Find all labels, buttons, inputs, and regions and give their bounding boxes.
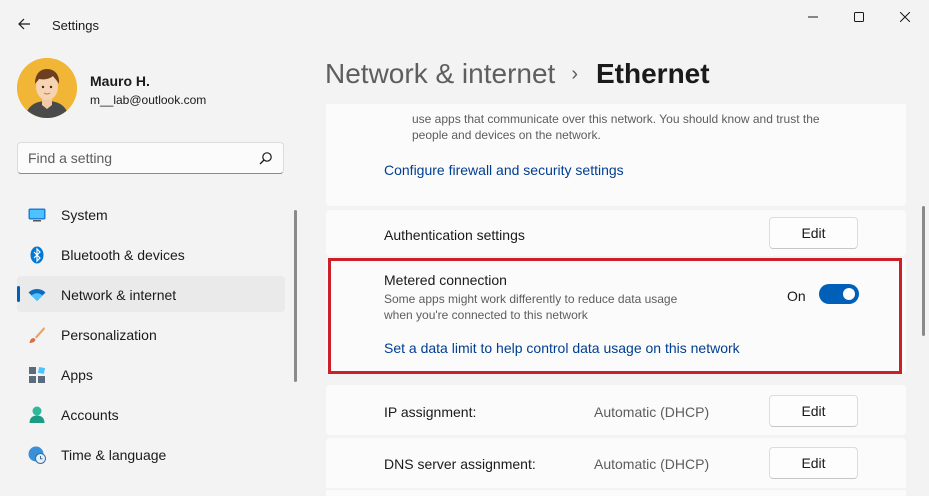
sidebar-item-network[interactable]: Network & internet [17, 276, 285, 312]
back-button[interactable] [10, 12, 38, 36]
active-indicator [17, 286, 20, 302]
sidebar-item-personalization[interactable]: Personalization [17, 316, 285, 352]
sidebar-item-label: Network & internet [61, 287, 177, 303]
sidebar-item-apps[interactable]: Apps [17, 356, 285, 392]
sidebar-item-accounts[interactable]: Accounts [17, 396, 285, 432]
minimize-icon [808, 16, 818, 18]
toggle-knob [843, 288, 855, 300]
globe-clock-icon [28, 446, 46, 464]
bluetooth-icon [28, 246, 46, 264]
title-bar: Settings [0, 0, 929, 46]
set-data-limit-link[interactable]: Set a data limit to help control data us… [384, 340, 740, 356]
monitor-icon [28, 206, 46, 224]
metered-connection-card: Metered connection Some apps might work … [326, 258, 906, 373]
toggle-state-label: On [787, 288, 806, 304]
search-icon[interactable] [259, 151, 273, 165]
sidebar-scrollbar[interactable] [294, 210, 297, 382]
avatar[interactable] [17, 58, 77, 118]
metered-connection-title: Metered connection [384, 272, 507, 288]
wifi-icon [28, 286, 46, 304]
search-box[interactable] [17, 142, 284, 174]
ip-assignment-label: IP assignment: [384, 404, 477, 420]
back-arrow-icon [18, 18, 30, 30]
authentication-edit-button[interactable]: Edit [769, 217, 858, 249]
search-input[interactable] [18, 143, 238, 173]
ip-assignment-value: Automatic (DHCP) [594, 404, 710, 420]
firewall-card: use apps that communicate over this netw… [326, 104, 906, 206]
sidebar-item-label: Personalization [61, 327, 157, 343]
sidebar-item-system[interactable]: System [17, 196, 285, 232]
dns-assignment-edit-button[interactable]: Edit [769, 447, 858, 479]
dns-assignment-label: DNS server assignment: [384, 456, 536, 472]
breadcrumb-separator: › [571, 62, 578, 85]
dns-assignment-card: DNS server assignment: Automatic (DHCP) … [326, 438, 906, 488]
close-icon [900, 12, 910, 22]
profile-name: Mauro H. [90, 73, 150, 89]
sidebar-item-label: System [61, 207, 108, 223]
sidebar-nav: System Bluetooth & devices Network & int… [17, 196, 285, 476]
sidebar-item-bluetooth[interactable]: Bluetooth & devices [17, 236, 285, 272]
app-title: Settings [52, 18, 99, 33]
sidebar-item-time-language[interactable]: Time & language [17, 436, 285, 472]
breadcrumb-parent[interactable]: Network & internet [325, 58, 555, 90]
metered-connection-toggle[interactable] [819, 284, 859, 304]
profile-email: m__lab@outlook.com [90, 93, 207, 107]
ip-assignment-edit-button[interactable]: Edit [769, 395, 858, 427]
firewall-description: use apps that communicate over this netw… [412, 112, 820, 142]
configure-firewall-link[interactable]: Configure firewall and security settings [384, 162, 624, 178]
dns-assignment-value: Automatic (DHCP) [594, 456, 710, 472]
close-button[interactable] [882, 0, 928, 34]
next-card [326, 490, 906, 496]
minimize-button[interactable] [790, 0, 836, 34]
sidebar-item-label: Accounts [61, 407, 119, 423]
apps-icon [28, 366, 46, 384]
ip-assignment-card: IP assignment: Automatic (DHCP) Edit [326, 385, 906, 435]
content-scrollbar[interactable] [922, 206, 925, 336]
sidebar-item-label: Apps [61, 367, 93, 383]
person-icon [28, 406, 46, 424]
authentication-label: Authentication settings [384, 227, 525, 243]
maximize-icon [854, 12, 864, 22]
maximize-button[interactable] [836, 0, 882, 34]
paintbrush-icon [28, 326, 46, 344]
metered-connection-description: Some apps might work differently to redu… [384, 292, 678, 322]
breadcrumb: Network & internet › Ethernet [325, 58, 710, 90]
authentication-card: Authentication settings Edit [326, 210, 906, 256]
page-title: Ethernet [596, 58, 710, 89]
user-avatar-icon [17, 58, 77, 118]
sidebar-item-label: Time & language [61, 447, 167, 463]
sidebar-item-label: Bluetooth & devices [61, 247, 185, 263]
